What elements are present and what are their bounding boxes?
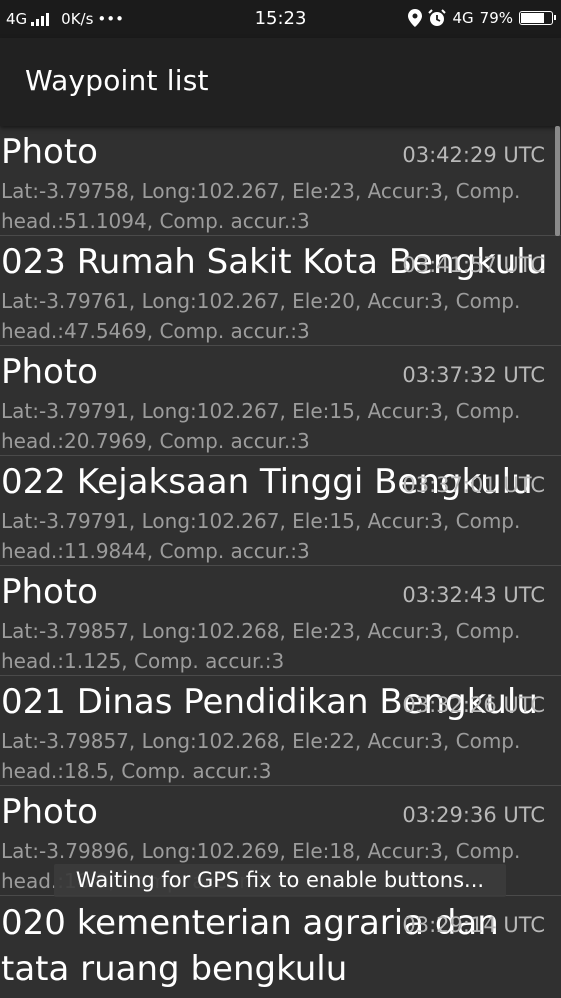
waypoint-name: Photo (1, 792, 98, 832)
network-type-right: 4G (452, 9, 474, 27)
waypoint-time: 03:37:32 UTC (402, 363, 545, 387)
list-item[interactable]: 020 kementerian agraria dan tata ruang b… (0, 896, 561, 998)
list-item[interactable]: Photo 03:42:29 UTC Lat:-3.79758, Long:10… (0, 126, 561, 236)
waypoint-details: Lat:-3.79758, Long:102.267, Ele:23, Accu… (1, 179, 521, 233)
waypoint-details: Lat:-3.79857, Long:102.268, Ele:22, Accu… (1, 729, 521, 783)
waypoint-name: Photo (1, 132, 98, 172)
waypoint-time: 03:32:26 UTC (402, 693, 545, 717)
waypoint-time: 03:42:29 UTC (402, 143, 545, 167)
waypoint-details: Lat:-3.79761, Long:102.267, Ele:20, Accu… (1, 289, 521, 343)
waypoint-name: Photo (1, 352, 98, 392)
list-item[interactable]: Photo 03:32:43 UTC Lat:-3.79857, Long:10… (0, 566, 561, 676)
location-icon (408, 9, 423, 27)
status-bar: 4G 0K/s ••• 15:23 4G 79% (0, 0, 561, 38)
waypoint-details: Lat:-3.79857, Long:102.268, Ele:23, Accu… (1, 619, 521, 673)
waypoint-time: 03:37:01 UTC (402, 473, 545, 497)
battery-icon (519, 11, 556, 25)
waypoint-time: 03:29:36 UTC (402, 803, 545, 827)
toast-message: Waiting for GPS fix to enable buttons... (54, 864, 506, 897)
page-title: Waypoint list (25, 64, 209, 97)
waypoint-details: Lat:-3.79791, Long:102.267, Ele:15, Accu… (1, 399, 521, 453)
list-item[interactable]: 022 Kejaksaan Tinggi Bengkulu 03:37:01 U… (0, 456, 561, 566)
waypoint-details: Lat:-3.79791, Long:102.267, Ele:15, Accu… (1, 509, 521, 563)
scrollbar[interactable] (555, 126, 560, 236)
waypoint-time: 03:29:14 UTC (402, 913, 545, 937)
list-item[interactable]: 023 Rumah Sakit Kota Bengkulu 03:41:57 U… (0, 236, 561, 346)
alarm-icon (428, 9, 447, 27)
waypoint-time: 03:32:43 UTC (402, 583, 545, 607)
list-item[interactable]: 021 Dinas Pendidikan Bengkulu 03:32:26 U… (0, 676, 561, 786)
app-bar: Waypoint list (0, 38, 561, 126)
status-right: 4G 79% (408, 9, 556, 27)
waypoint-name: Photo (1, 572, 98, 612)
battery-percent: 79% (479, 9, 513, 27)
waypoint-time: 03:41:57 UTC (402, 253, 545, 277)
list-item[interactable]: Photo 03:37:32 UTC Lat:-3.79791, Long:10… (0, 346, 561, 456)
